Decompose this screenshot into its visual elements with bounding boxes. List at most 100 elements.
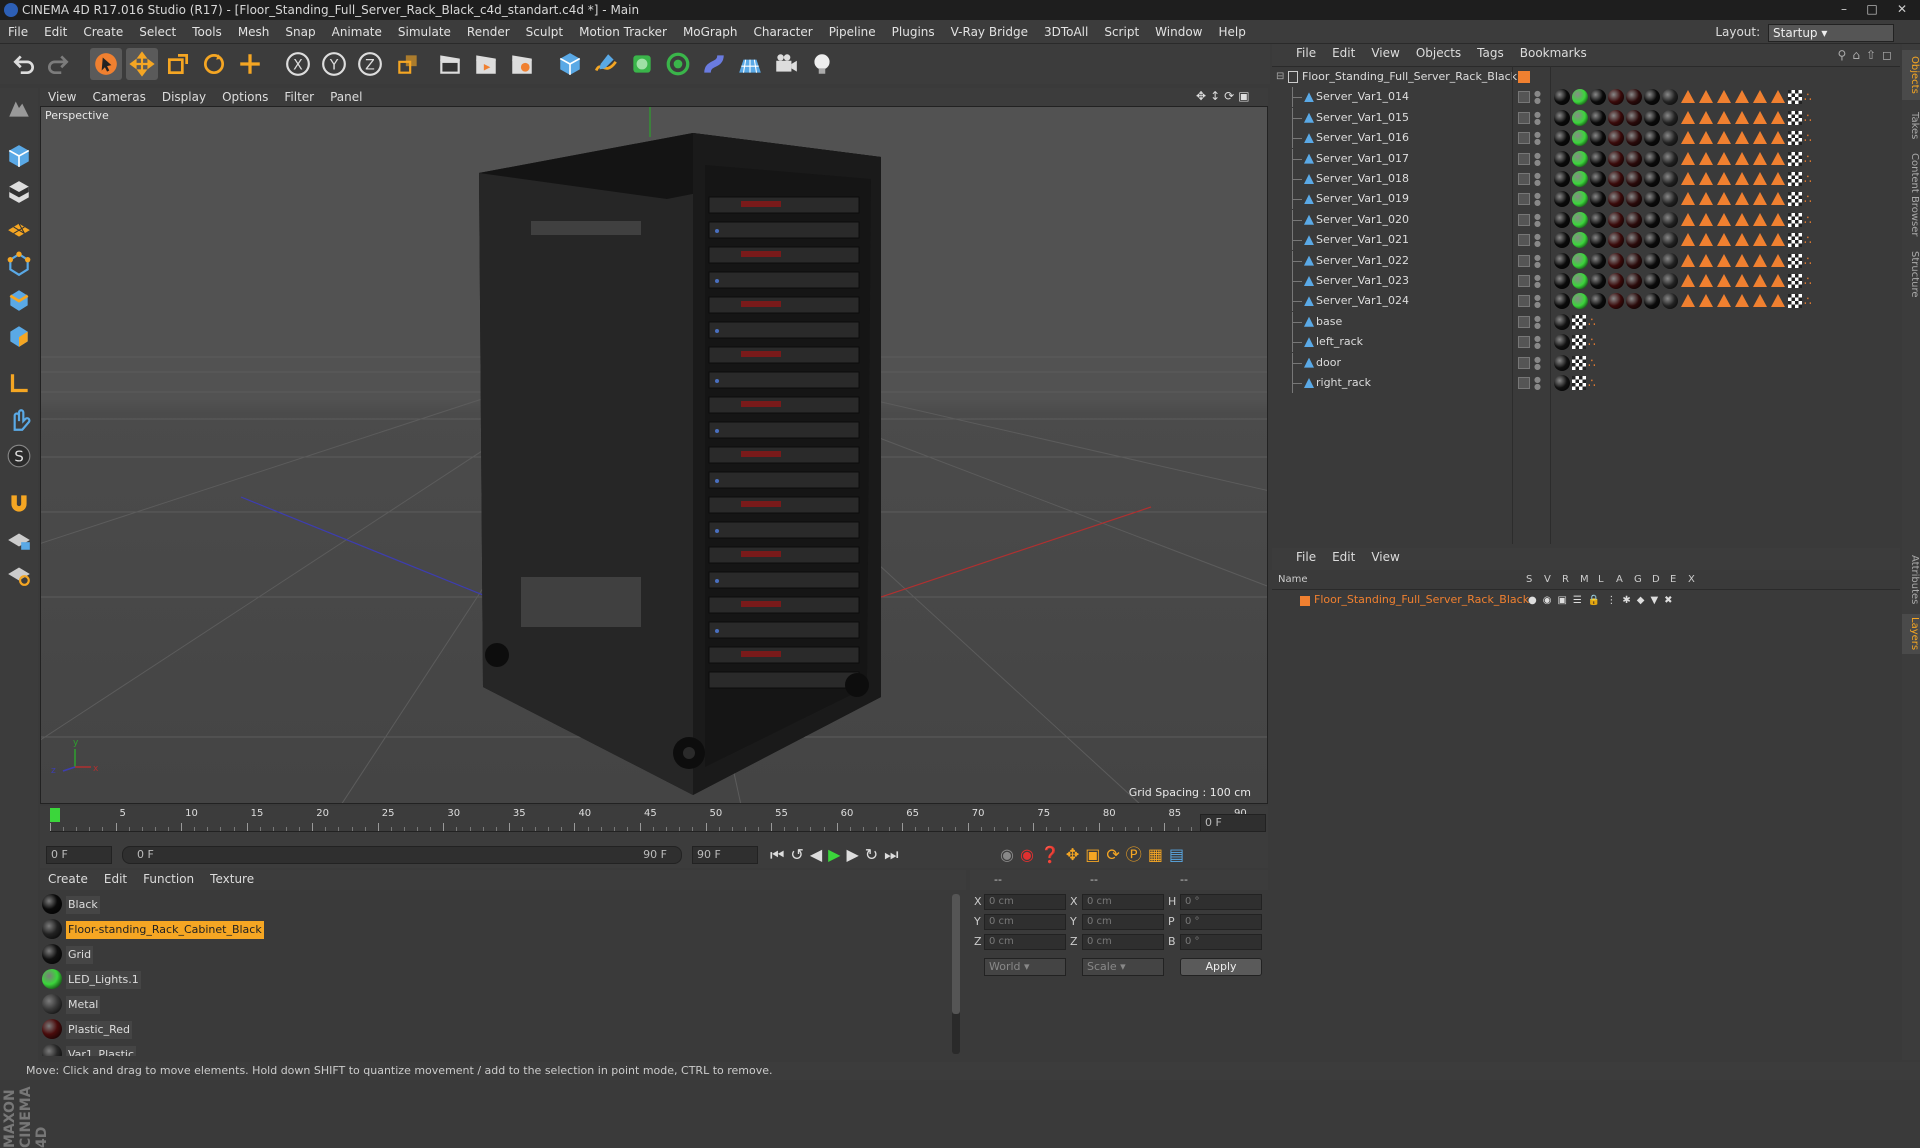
phong-tag-icon[interactable] bbox=[1717, 212, 1731, 226]
phong-tag-icon[interactable] bbox=[1681, 233, 1695, 247]
phong-tag-icon[interactable] bbox=[1699, 274, 1713, 287]
layer-tag-icon[interactable] bbox=[1518, 132, 1530, 145]
material-tag-icon[interactable] bbox=[1608, 130, 1624, 147]
selection-tag-icon[interactable]: ∴ bbox=[1804, 171, 1812, 187]
visibility-dots-icon[interactable]: ● ● bbox=[1534, 192, 1541, 207]
menu-v-ray-bridge[interactable]: V-Ray Bridge bbox=[943, 20, 1036, 44]
material-tag-icon[interactable] bbox=[1662, 130, 1678, 147]
material-tag-icon[interactable] bbox=[1662, 191, 1678, 208]
material-tag-icon[interactable] bbox=[1662, 171, 1678, 187]
add-floor-button[interactable] bbox=[734, 48, 766, 80]
material-tag-icon[interactable] bbox=[1644, 89, 1660, 106]
key-rotation-icon[interactable]: ⟳ bbox=[1106, 845, 1119, 865]
menu-tools[interactable]: Tools bbox=[184, 20, 230, 44]
material-menu-create[interactable]: Create bbox=[40, 870, 96, 888]
phong-tag-icon[interactable] bbox=[1717, 172, 1731, 185]
layer-column-header[interactable]: D bbox=[1652, 574, 1660, 585]
object-menu-view[interactable]: View bbox=[1363, 44, 1407, 62]
layer-tag-icon[interactable] bbox=[1518, 315, 1530, 328]
menu-script[interactable]: Script bbox=[1096, 20, 1147, 44]
material-tag-icon[interactable] bbox=[1572, 273, 1588, 289]
texture-tag-icon[interactable] bbox=[1788, 253, 1802, 268]
material-tag-icon[interactable] bbox=[1644, 211, 1660, 228]
phong-tag-icon[interactable] bbox=[1699, 192, 1713, 206]
add-array-button[interactable] bbox=[662, 48, 694, 80]
menu-sculpt[interactable]: Sculpt bbox=[518, 20, 571, 44]
phong-tag-icon[interactable] bbox=[1699, 233, 1713, 247]
visibility-dots-icon[interactable]: ● ● bbox=[1534, 172, 1541, 187]
material-tag-icon[interactable] bbox=[1608, 150, 1624, 167]
layer-column-header[interactable]: X bbox=[1688, 574, 1695, 585]
viewport-menu-display[interactable]: Display bbox=[154, 88, 214, 106]
timeline-window-icon[interactable]: ▤ bbox=[1169, 845, 1184, 865]
menu-window[interactable]: Window bbox=[1147, 20, 1210, 44]
material-tag-icon[interactable] bbox=[1608, 109, 1624, 126]
workplane-mode-button[interactable] bbox=[3, 212, 35, 244]
material-tag-icon[interactable] bbox=[1590, 150, 1606, 167]
move-tool-button[interactable] bbox=[126, 48, 158, 80]
orbit-icon[interactable]: ⟳ bbox=[1224, 89, 1234, 105]
render-view-button[interactable] bbox=[434, 48, 466, 80]
phong-tag-icon[interactable] bbox=[1735, 253, 1749, 267]
material-tag-icon[interactable] bbox=[1626, 252, 1642, 269]
model-mode-button[interactable] bbox=[3, 140, 35, 172]
object-row[interactable]: Server_Var1_019 ● ● ∴ bbox=[1272, 189, 1900, 210]
texture-tag-icon[interactable] bbox=[1788, 274, 1802, 288]
visibility-dots-icon[interactable]: ● ● bbox=[1534, 355, 1541, 370]
material-tag-icon[interactable] bbox=[1662, 293, 1678, 310]
menu-mesh[interactable]: Mesh bbox=[230, 20, 278, 44]
coord-scale-dropdown[interactable]: Scale ▾ bbox=[1082, 958, 1164, 976]
playhead[interactable] bbox=[50, 808, 60, 822]
material-menu-function[interactable]: Function bbox=[135, 870, 202, 888]
phong-tag-icon[interactable] bbox=[1753, 212, 1767, 226]
material-tag-icon[interactable] bbox=[1590, 89, 1606, 106]
layer-tag-icon[interactable] bbox=[1518, 275, 1530, 287]
phong-tag-icon[interactable] bbox=[1753, 253, 1767, 267]
key-param-icon[interactable]: Ⓟ bbox=[1126, 845, 1142, 865]
material-tag-icon[interactable] bbox=[1572, 252, 1588, 269]
phong-tag-icon[interactable] bbox=[1753, 233, 1767, 247]
z-axis-button[interactable]: Z bbox=[354, 48, 386, 80]
material-tag-icon[interactable] bbox=[1662, 232, 1678, 249]
rotate-tool-button[interactable] bbox=[198, 48, 230, 80]
close-button[interactable]: ✕ bbox=[1888, 0, 1916, 18]
axis-mode-button[interactable] bbox=[3, 368, 35, 400]
render-toggle-icon[interactable]: ▣ bbox=[1557, 595, 1566, 606]
phong-tag-icon[interactable] bbox=[1717, 110, 1731, 124]
solo-toggle-icon[interactable]: ● bbox=[1528, 595, 1537, 606]
menu-simulate[interactable]: Simulate bbox=[390, 20, 459, 44]
size-field[interactable]: 0 cm bbox=[1082, 914, 1164, 930]
phong-tag-icon[interactable] bbox=[1771, 131, 1785, 145]
phong-tag-icon[interactable] bbox=[1681, 274, 1695, 287]
phong-tag-icon[interactable] bbox=[1753, 172, 1767, 185]
phong-tag-icon[interactable] bbox=[1735, 90, 1749, 104]
selection-tag-icon[interactable]: ∴ bbox=[1804, 130, 1812, 146]
phong-tag-icon[interactable] bbox=[1699, 90, 1713, 104]
add-cube-button[interactable] bbox=[554, 48, 586, 80]
material-tag-icon[interactable] bbox=[1626, 89, 1642, 106]
phong-tag-icon[interactable] bbox=[1717, 294, 1731, 308]
material-tag-icon[interactable] bbox=[1554, 252, 1570, 269]
selection-tag-icon[interactable]: ∴ bbox=[1804, 151, 1812, 167]
add-deformer-button[interactable] bbox=[698, 48, 730, 80]
material-tag-icon[interactable] bbox=[1572, 171, 1588, 187]
search-icon[interactable]: ⚲ bbox=[1838, 48, 1847, 62]
material-tag-icon[interactable] bbox=[1608, 171, 1624, 187]
texture-tag-icon[interactable] bbox=[1572, 376, 1586, 390]
key-pla-icon[interactable]: ▦ bbox=[1148, 845, 1163, 865]
key-position-icon[interactable]: ✥ bbox=[1066, 845, 1079, 865]
expressions-toggle-icon[interactable]: ▼ bbox=[1650, 595, 1658, 606]
phong-tag-icon[interactable] bbox=[1699, 131, 1713, 145]
selection-tag-icon[interactable]: ∴ bbox=[1804, 110, 1812, 126]
material-row[interactable]: Var1_Plastic bbox=[40, 1042, 940, 1056]
layer-column-header[interactable]: M bbox=[1580, 574, 1589, 585]
phong-tag-icon[interactable] bbox=[1753, 131, 1767, 145]
phong-tag-icon[interactable] bbox=[1735, 212, 1749, 226]
visibility-dots-icon[interactable]: ● ● bbox=[1534, 294, 1541, 309]
phong-tag-icon[interactable] bbox=[1699, 294, 1713, 308]
visibility-dots-icon[interactable]: ● ● bbox=[1534, 110, 1541, 125]
texture-tag-icon[interactable] bbox=[1788, 212, 1802, 227]
material-tag-icon[interactable] bbox=[1572, 130, 1588, 147]
phong-tag-icon[interactable] bbox=[1681, 151, 1695, 165]
material-tag-icon[interactable] bbox=[1644, 150, 1660, 167]
